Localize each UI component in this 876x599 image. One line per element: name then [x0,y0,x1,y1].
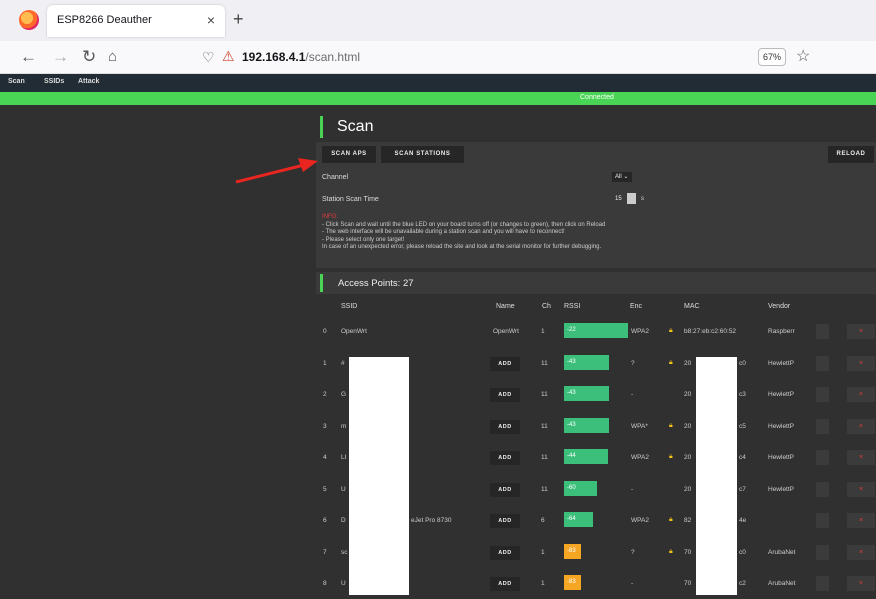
arrow-head [298,158,318,172]
arrow-shaft [235,163,305,184]
annotation-arrow [235,158,318,184]
